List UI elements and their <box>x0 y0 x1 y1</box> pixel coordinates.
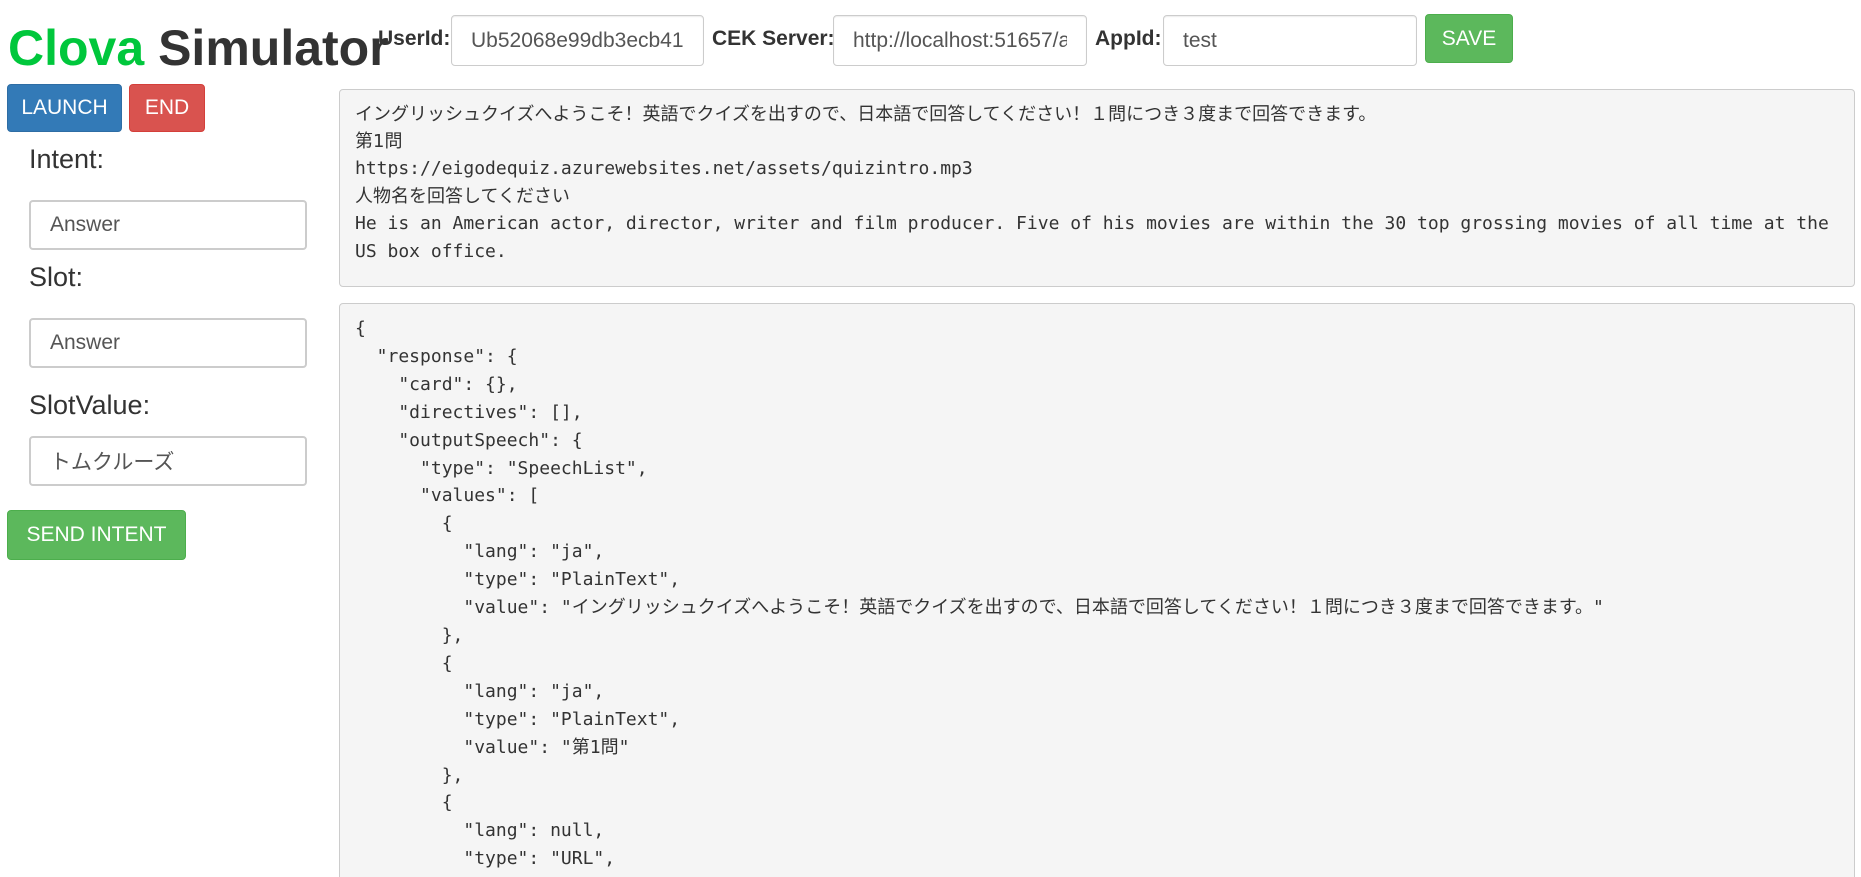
speech-line: イングリッシュクイズへようこそ！英語でクイズを出すので、日本語で回答してください… <box>355 104 1377 125</box>
appid-label: AppId: <box>1095 27 1162 50</box>
app-title-name: Simulator <box>158 20 389 76</box>
speech-line: 人物名を回答してください <box>355 185 570 207</box>
speech-line-question: He is an American actor, director, write… <box>355 212 1840 262</box>
intent-input[interactable] <box>29 200 307 250</box>
response-json-text: { "response": { "card": {}, "directives"… <box>355 318 1604 870</box>
launch-button[interactable]: LAUNCH <box>7 84 122 132</box>
userid-label: UserId: <box>378 27 451 50</box>
end-button[interactable]: END <box>129 84 205 132</box>
save-button[interactable]: SAVE <box>1425 14 1513 63</box>
app-title-brand: Clova <box>8 20 145 76</box>
response-json-panel: { "response": { "card": {}, "directives"… <box>339 303 1855 877</box>
speech-output-panel: イングリッシュクイズへようこそ！英語でクイズを出すので、日本語で回答してください… <box>339 89 1855 287</box>
cek-server-input[interactable] <box>833 15 1087 66</box>
slot-input[interactable] <box>29 318 307 368</box>
speech-line: 第1問 <box>355 131 403 152</box>
send-intent-button[interactable]: SEND INTENT <box>7 510 186 560</box>
slotvalue-label: SlotValue: <box>29 390 151 420</box>
clova-simulator-app: Clova Simulator UserId: CEK Server: AppI… <box>0 0 1861 877</box>
appid-input[interactable] <box>1163 15 1417 66</box>
slotvalue-input[interactable] <box>29 436 307 486</box>
header: Clova Simulator UserId: CEK Server: AppI… <box>0 0 1861 84</box>
speech-line-url: https://eigodequiz.azurewebsites.net/ass… <box>355 158 973 179</box>
slot-label: Slot: <box>29 262 84 292</box>
intent-label: Intent: <box>29 144 105 174</box>
app-title: Clova Simulator <box>8 18 389 78</box>
cek-server-label: CEK Server: <box>712 27 835 50</box>
userid-input[interactable] <box>451 15 704 66</box>
